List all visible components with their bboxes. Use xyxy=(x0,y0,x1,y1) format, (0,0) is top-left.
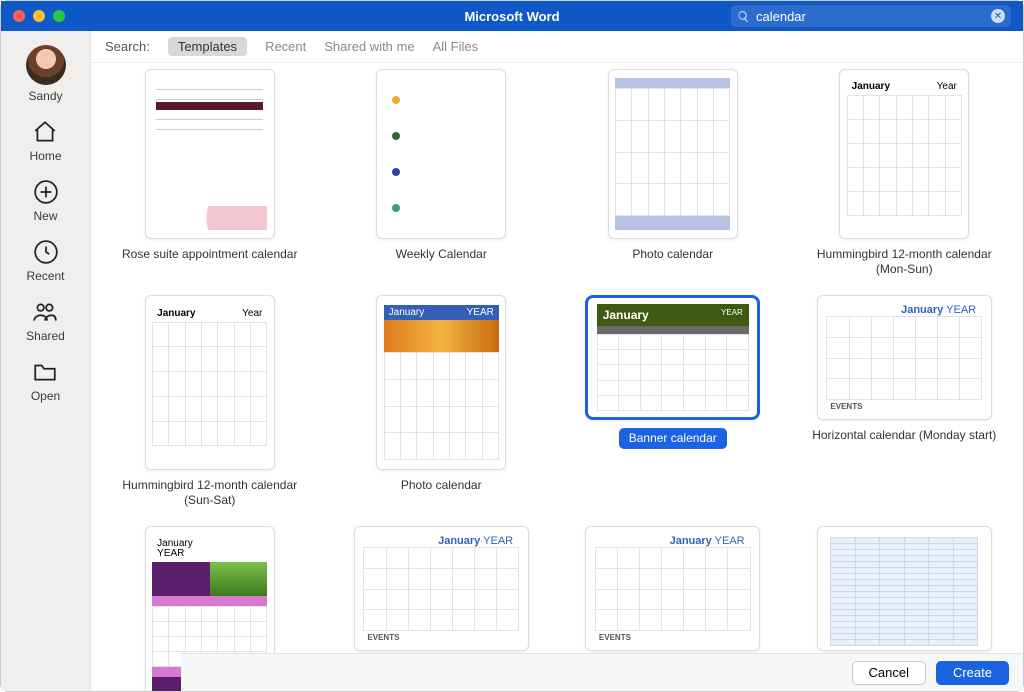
avatar-image xyxy=(26,45,66,85)
template-thumbnail[interactable] xyxy=(145,69,275,239)
search-filter-bar: Search: Templates Recent Shared with me … xyxy=(91,31,1023,63)
template-card[interactable]: Weekly Calendar xyxy=(333,69,551,277)
plus-circle-icon xyxy=(33,179,59,205)
template-thumbnail[interactable] xyxy=(376,69,506,239)
template-card[interactable]: Rose suite appointment calendar xyxy=(101,69,319,277)
template-thumbnail[interactable] xyxy=(817,526,992,651)
template-thumbnail[interactable]: JanuaryYEAR xyxy=(585,295,760,420)
template-card[interactable]: JanuaryYEAR Photo calendar xyxy=(333,295,551,508)
sidebar-item-label: Recent xyxy=(26,269,64,283)
sidebar-item-label: Shared xyxy=(26,329,65,343)
template-caption: Rose suite appointment calendar xyxy=(122,247,297,262)
template-thumbnail[interactable]: JanuaryYear xyxy=(839,69,969,239)
template-caption: Photo calendar xyxy=(401,478,482,493)
close-window-button[interactable] xyxy=(13,10,25,22)
filter-tab-templates[interactable]: Templates xyxy=(168,37,247,56)
template-caption: Banner calendar xyxy=(619,428,727,449)
clock-icon xyxy=(33,239,59,265)
people-icon xyxy=(32,299,58,325)
template-card[interactable]: JanuaryYEAR Banner calendar xyxy=(564,295,782,508)
search-icon xyxy=(737,10,750,23)
template-caption: Hummingbird 12-month calendar (Mon-Sun) xyxy=(804,247,1004,277)
sidebar-item-label: New xyxy=(33,209,57,223)
template-caption: Horizontal calendar (Monday start) xyxy=(812,428,996,443)
template-gallery[interactable]: Rose suite appointment calendar Weekly Ca… xyxy=(91,63,1023,691)
sidebar-item-label: Home xyxy=(29,149,61,163)
template-caption: Weekly Calendar xyxy=(396,247,487,262)
template-thumbnail[interactable] xyxy=(608,69,738,239)
sidebar-item-recent[interactable]: Recent xyxy=(26,239,64,283)
window-controls xyxy=(13,10,65,22)
search-field[interactable]: ✕ xyxy=(731,5,1011,27)
sidebar-item-open[interactable]: Open xyxy=(31,359,60,403)
zoom-window-button[interactable] xyxy=(53,10,65,22)
sidebar-item-new[interactable]: New xyxy=(33,179,59,223)
folder-icon xyxy=(32,359,58,385)
template-card[interactable]: JanuaryYear Hummingbird 12-month calendar… xyxy=(101,295,319,508)
create-button[interactable]: Create xyxy=(936,661,1009,685)
template-thumbnail[interactable]: January YEAREVENTS xyxy=(354,526,529,651)
cancel-button[interactable]: Cancel xyxy=(852,661,926,685)
template-card[interactable]: January YEAREVENTS Horizontal calendar (M… xyxy=(796,295,1014,508)
filter-tab-shared[interactable]: Shared with me xyxy=(324,39,414,54)
filter-tab-recent[interactable]: Recent xyxy=(265,39,306,54)
search-label: Search: xyxy=(105,39,150,54)
template-thumbnail[interactable]: JanuaryYEAR xyxy=(376,295,506,470)
template-card[interactable]: Photo calendar xyxy=(564,69,782,277)
account-avatar[interactable]: Sandy xyxy=(26,45,66,103)
template-thumbnail[interactable]: January YEAREVENTS xyxy=(585,526,760,651)
account-name: Sandy xyxy=(28,89,62,103)
template-caption: Hummingbird 12-month calendar (Sun-Sat) xyxy=(110,478,310,508)
sidebar-item-home[interactable]: Home xyxy=(29,119,61,163)
template-thumbnail[interactable]: January YEAREVENTS xyxy=(817,295,992,420)
home-icon xyxy=(32,119,58,145)
template-thumbnail[interactable]: JanuaryYear xyxy=(145,295,275,470)
sidebar-item-shared[interactable]: Shared xyxy=(26,299,65,343)
clear-search-button[interactable]: ✕ xyxy=(991,9,1005,23)
search-input[interactable] xyxy=(756,9,991,24)
titlebar: Microsoft Word ✕ xyxy=(1,1,1023,31)
main-panel: Search: Templates Recent Shared with me … xyxy=(91,31,1023,691)
sidebar-item-label: Open xyxy=(31,389,60,403)
footer-bar: Cancel Create xyxy=(181,653,1023,691)
sidebar: Sandy Home New Recent Shared Open xyxy=(1,31,91,691)
filter-tab-allfiles[interactable]: All Files xyxy=(433,39,479,54)
template-caption: Photo calendar xyxy=(632,247,713,262)
template-card[interactable]: JanuaryYear Hummingbird 12-month calendar… xyxy=(796,69,1014,277)
minimize-window-button[interactable] xyxy=(33,10,45,22)
